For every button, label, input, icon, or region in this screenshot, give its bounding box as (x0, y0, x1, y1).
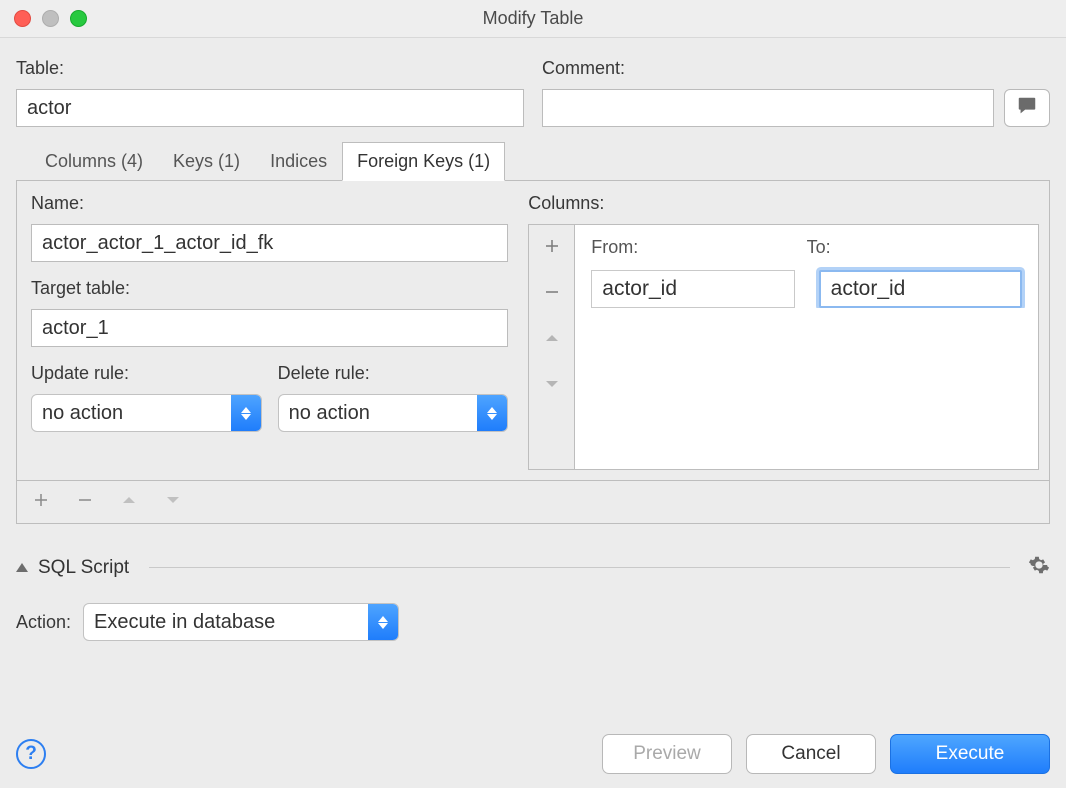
dialog-footer: ? Preview Cancel Execute (0, 734, 1066, 774)
fk-delete-select[interactable]: no action (278, 394, 509, 432)
fk-update-value: no action (32, 395, 231, 431)
fk-columns-tools (529, 225, 575, 469)
fk-delete-value: no action (279, 395, 478, 431)
minus-icon (76, 491, 94, 514)
action-value: Execute in database (84, 604, 368, 640)
gear-icon (1028, 560, 1050, 580)
move-fk-down-button[interactable] (159, 488, 187, 516)
help-button[interactable]: ? (16, 739, 46, 769)
dialog-content: Table: Comment: Columns (4) Keys (1) Ind… (0, 38, 1066, 655)
fk-to-input[interactable] (819, 270, 1022, 308)
tab-keys[interactable]: Keys (1) (158, 142, 255, 181)
fk-update-label: Update rule: (31, 363, 262, 384)
chevron-down-icon (543, 372, 561, 400)
select-arrows-icon (368, 604, 398, 640)
table-name-input[interactable] (16, 89, 524, 127)
remove-fk-button[interactable] (71, 488, 99, 516)
preview-button[interactable]: Preview (602, 734, 732, 774)
tab-strip: Columns (4) Keys (1) Indices Foreign Key… (16, 143, 1050, 181)
sql-settings-button[interactable] (1028, 554, 1050, 581)
plus-icon (32, 491, 50, 514)
select-arrows-icon (477, 395, 507, 431)
cancel-button[interactable]: Cancel (746, 734, 876, 774)
chevron-down-icon (164, 491, 182, 514)
collapse-triangle-icon (16, 563, 28, 572)
add-fk-button[interactable] (27, 488, 55, 516)
action-label: Action: (16, 612, 71, 633)
fk-name-label: Name: (31, 193, 508, 214)
fk-columns-box: From: To: (528, 224, 1039, 470)
execute-button[interactable]: Execute (890, 734, 1050, 774)
select-arrows-icon (231, 395, 261, 431)
fk-update-select[interactable]: no action (31, 394, 262, 432)
from-header: From: (591, 237, 806, 258)
fk-from-input[interactable] (591, 270, 794, 308)
sql-section-header[interactable]: SQL Script (16, 554, 1050, 581)
divider (149, 567, 1010, 568)
fk-toolbar (16, 480, 1050, 524)
to-header: To: (807, 237, 1022, 258)
table-row (575, 266, 1038, 308)
comment-label: Comment: (542, 58, 1050, 79)
plus-icon (543, 234, 561, 262)
move-down-button[interactable] (529, 363, 574, 409)
chevron-up-icon (543, 326, 561, 354)
minus-icon (543, 280, 561, 308)
titlebar: Modify Table (0, 0, 1066, 38)
action-select[interactable]: Execute in database (83, 603, 399, 641)
fk-columns-empty (575, 308, 1038, 469)
tab-columns[interactable]: Columns (4) (30, 142, 158, 181)
comment-input[interactable] (542, 89, 994, 127)
sql-section-title: SQL Script (38, 557, 129, 579)
remove-column-button[interactable] (529, 271, 574, 317)
foreign-keys-panel: Name: Target table: Update rule: no acti… (16, 181, 1050, 481)
tab-indices[interactable]: Indices (255, 142, 342, 181)
fk-delete-label: Delete rule: (278, 363, 509, 384)
fk-target-label: Target table: (31, 278, 508, 299)
tab-foreign-keys[interactable]: Foreign Keys (1) (342, 142, 505, 181)
table-label: Table: (16, 58, 524, 79)
move-fk-up-button[interactable] (115, 488, 143, 516)
comment-bubble-icon (1016, 95, 1038, 122)
window-title: Modify Table (0, 8, 1066, 29)
fk-columns-label: Columns: (528, 193, 1039, 214)
expand-comment-button[interactable] (1004, 89, 1050, 127)
fk-target-input[interactable] (31, 309, 508, 347)
add-column-button[interactable] (529, 225, 574, 271)
move-up-button[interactable] (529, 317, 574, 363)
fk-name-input[interactable] (31, 224, 508, 262)
chevron-up-icon (120, 491, 138, 514)
